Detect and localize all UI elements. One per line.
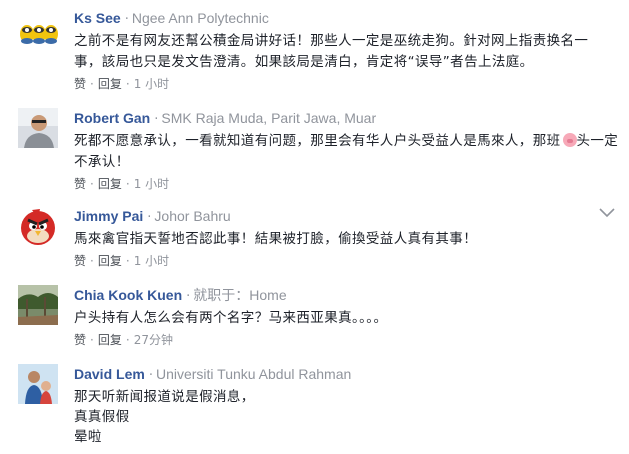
avatar[interactable]: [18, 364, 58, 404]
pig-emoji-icon: [562, 133, 577, 147]
comment-timestamp[interactable]: 1 小时: [134, 254, 169, 268]
reply-link[interactable]: 回复: [98, 254, 122, 268]
commenter-affiliation[interactable]: SMK Raja Muda, Parit Jawa, Muar: [161, 110, 376, 126]
separator: ·: [90, 177, 94, 191]
comment-text: 之前不是有网友还幫公積金局讲好话！那些人一定是巫统走狗。針对网上指责换名一事，該…: [74, 33, 589, 70]
comment-timestamp[interactable]: 1 小时: [134, 77, 169, 91]
commenter-name[interactable]: Chia Kook Kuen: [74, 287, 182, 303]
comment-body: Chia Kook Kuen · 就职于：Home 户头持有人怎么会有两个名字？马来…: [74, 285, 609, 349]
comment-body: Jimmy Pai · Johor Bahru 馬來禽官指天誓地否認此事！結果被打臉…: [74, 206, 609, 270]
separator: ·: [90, 77, 94, 91]
reply-link[interactable]: 回复: [98, 77, 122, 91]
comment-header: Ks See · Ngee Ann Polytechnic: [74, 8, 609, 28]
comment-actions: 赞 · 回复 · 1 小时: [74, 75, 609, 93]
commenter-name[interactable]: Jimmy Pai: [74, 208, 143, 224]
avatar[interactable]: [18, 206, 58, 246]
comment-body: Ks See · Ngee Ann Polytechnic 之前不是有网友还幫公積金…: [74, 8, 609, 93]
reply-link[interactable]: 回复: [98, 177, 122, 191]
separator: ·: [147, 210, 152, 225]
comment-text: 馬來禽官指天誓地否認此事！結果被打臉，偷換受益人真有其事！: [74, 231, 478, 247]
comment-text: 户头持有人怎么会有两个名字？马来西亚果真。。。。: [74, 310, 388, 326]
avatar[interactable]: [18, 108, 58, 148]
like-link[interactable]: 赞: [74, 77, 86, 91]
separator: ·: [90, 333, 94, 347]
separator: ·: [125, 254, 130, 268]
like-link[interactable]: 赞: [74, 177, 86, 191]
reply-link[interactable]: 回复: [98, 333, 122, 347]
commenter-affiliation[interactable]: Johor Bahru: [154, 208, 230, 224]
separator: ·: [125, 333, 130, 347]
separator: ·: [148, 368, 153, 383]
comment-actions: 赞 · 回复 · 27分钟: [74, 331, 609, 349]
chevron-down-icon[interactable]: [599, 208, 615, 218]
commenter-name[interactable]: Robert Gan: [74, 110, 150, 126]
like-link[interactable]: 赞: [74, 333, 86, 347]
separator: ·: [90, 254, 94, 268]
comment-timestamp[interactable]: 1 小时: [134, 177, 169, 191]
separator: ·: [154, 112, 159, 127]
comment-actions: 赞 · 回复 · 1 小时: [74, 175, 609, 193]
comment-header: Jimmy Pai · Johor Bahru: [74, 206, 609, 226]
avatar[interactable]: [18, 285, 58, 325]
separator: ·: [186, 289, 191, 304]
commenter-affiliation[interactable]: 就职于：Home: [193, 287, 286, 303]
avatar[interactable]: [18, 8, 58, 48]
separator: ·: [124, 12, 129, 27]
comment-text-main: 死都不愿意承认，一看就知道有问题，那里会有华人户头受益人是馬來人，那班: [74, 133, 561, 149]
commenter-affiliation[interactable]: Universiti Tunku Abdul Rahman: [156, 366, 351, 382]
commenter-name[interactable]: David Lem: [74, 366, 145, 382]
separator: ·: [125, 77, 130, 91]
comment-timestamp[interactable]: 27分钟: [134, 333, 173, 347]
commenter-affiliation[interactable]: Ngee Ann Polytechnic: [132, 10, 269, 26]
comment-header: David Lem · Universiti Tunku Abdul Rahman: [74, 364, 609, 384]
comment-header: Chia Kook Kuen · 就职于：Home: [74, 285, 609, 305]
separator: ·: [125, 177, 130, 191]
comment-text: 那天听新闻报道说是假消息， 真真假假 晕啦: [74, 389, 255, 445]
comment-header: Robert Gan · SMK Raja Muda, Parit Jawa, Mu…: [74, 108, 609, 128]
comment-body: David Lem · Universiti Tunku Abdul Rahman …: [74, 364, 609, 447]
comment-actions: 赞 · 回复 · 1 小时: [74, 252, 609, 270]
comment-text: 死都不愿意承认，一看就知道有问题，那里会有华人户头受益人是馬來人，那班 头一定不承…: [74, 131, 619, 173]
commenter-name[interactable]: Ks See: [74, 10, 121, 26]
like-link[interactable]: 赞: [74, 254, 86, 268]
comment-body: Robert Gan · SMK Raja Muda, Parit Jawa, Mu…: [74, 108, 618, 193]
